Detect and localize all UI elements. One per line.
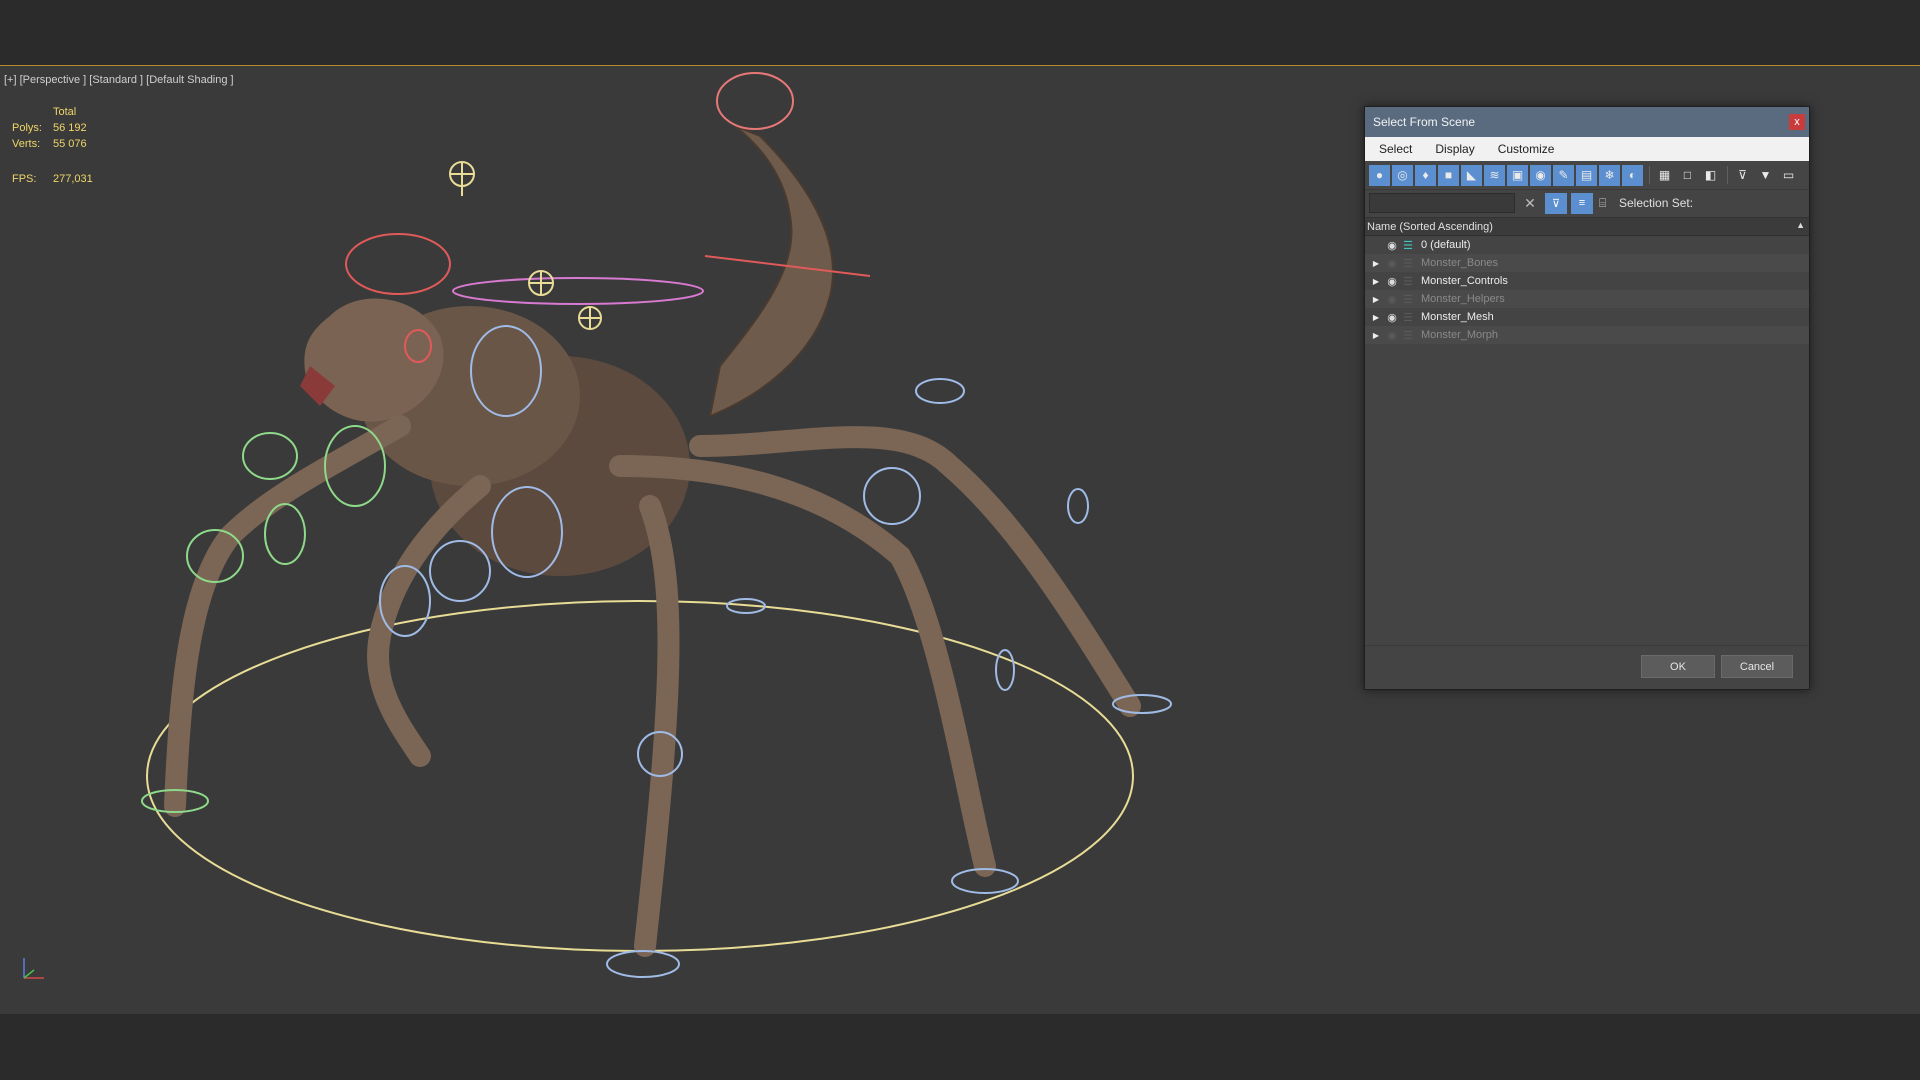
dialog-menu-bar: Select Display Customize — [1365, 137, 1809, 161]
selection-set-label[interactable]: Selection Set: — [1619, 196, 1693, 210]
active-layer-icon: ☰ — [1403, 239, 1413, 252]
selection-set-icon: ⌸ — [1599, 195, 1607, 210]
menu-select[interactable]: Select — [1365, 142, 1421, 156]
list-item[interactable]: ▶ ◉ ☰ Monster_Bones — [1365, 254, 1809, 272]
layer-name: Monster_Controls — [1421, 275, 1508, 287]
menu-display[interactable]: Display — [1421, 142, 1483, 156]
display-none-icon[interactable]: □ — [1677, 165, 1698, 186]
groups-filter-icon[interactable]: ▣ — [1507, 164, 1528, 186]
containers-filter-icon[interactable]: ▤ — [1576, 164, 1597, 186]
dialog-footer: OK Cancel — [1365, 645, 1809, 690]
display-all-icon[interactable]: ▦ — [1654, 165, 1675, 186]
stats-polys-value: 56 192 — [53, 122, 87, 134]
expand-arrow-icon[interactable]: ▶ — [1369, 277, 1383, 286]
monster-legs — [164, 415, 1141, 957]
geometry-filter-icon[interactable]: ● — [1369, 164, 1390, 186]
stats-total-label: Total — [53, 106, 77, 118]
bottom-toolbar-area — [0, 1014, 1920, 1080]
filter-toolbar: ● ◎ ♦ ■ ◣ ≋ ▣ ◉ ✎ ▤ ❄ ◐ ▦ □ ◧ ⊽ ▼ ▭ — [1365, 161, 1809, 190]
eye-icon[interactable]: ◉ — [1383, 239, 1401, 252]
layer-icon: ☰ — [1403, 311, 1413, 324]
eye-icon[interactable]: ◉ — [1383, 257, 1401, 270]
eye-icon[interactable]: ◉ — [1383, 311, 1401, 324]
search-row: ✕ ⊽ ≡ ⌸ Selection Set: — [1365, 190, 1809, 216]
space-warps-filter-icon[interactable]: ≋ — [1484, 164, 1505, 186]
lights-filter-icon[interactable]: ♦ — [1415, 164, 1436, 186]
expand-arrow-icon[interactable]: ▶ — [1369, 259, 1383, 268]
frozen-filter-icon[interactable]: ❄ — [1599, 164, 1620, 186]
toolbar-separator — [1727, 166, 1728, 184]
hidden-filter-icon[interactable]: ◐ — [1622, 164, 1643, 186]
stats-fps-label: FPS: — [12, 173, 37, 185]
expand-arrow-icon[interactable]: ▶ — [1369, 313, 1383, 322]
stats-fps-value: 277,031 — [53, 173, 93, 185]
filter-toggle-icon[interactable]: ⊽ — [1545, 192, 1567, 214]
column-header-label: Name (Sorted Ascending) — [1367, 220, 1493, 233]
select-from-scene-dialog: Select From Scene x Select Display Custo… — [1364, 106, 1810, 690]
search-input[interactable] — [1369, 193, 1515, 213]
shapes-filter-icon[interactable]: ◎ — [1392, 164, 1413, 186]
name-column-header[interactable]: Name (Sorted Ascending) ▲ — [1365, 218, 1809, 236]
layer-icon: ☰ — [1403, 329, 1413, 342]
cancel-button[interactable]: Cancel — [1721, 655, 1793, 678]
close-button[interactable]: x — [1789, 114, 1805, 130]
dialog-title-bar[interactable]: Select From Scene x — [1365, 107, 1809, 137]
list-item[interactable]: ▶ ◉ ☰ Monster_Helpers — [1365, 290, 1809, 308]
toolbar-separator — [1649, 166, 1650, 184]
sort-ascending-icon: ▲ — [1796, 220, 1805, 230]
invert-display-icon[interactable]: ◧ — [1700, 165, 1721, 186]
layer-name: Monster_Bones — [1421, 257, 1499, 269]
find-case-icon[interactable]: ⊽ — [1732, 165, 1753, 186]
viewport-statistics: Total Polys: 56 192 Verts: 55 076 FPS: 277,… — [12, 104, 93, 187]
stats-verts-label: Verts: — [12, 138, 41, 150]
clear-search-icon[interactable]: ✕ — [1519, 195, 1541, 212]
monster-tail — [708, 125, 834, 418]
ok-button[interactable]: OK — [1641, 655, 1715, 678]
helpers-filter-icon[interactable]: ◣ — [1461, 164, 1482, 186]
list-item[interactable]: ▶ ◉ ☰ Monster_Controls — [1365, 272, 1809, 290]
cameras-filter-icon[interactable]: ■ — [1438, 164, 1459, 186]
layer-icon: ☰ — [1403, 293, 1413, 306]
eye-icon[interactable]: ◉ — [1383, 329, 1401, 342]
eye-icon[interactable]: ◉ — [1383, 275, 1401, 288]
expand-arrow-icon[interactable]: ▶ — [1369, 295, 1383, 304]
layer-name: Monster_Mesh — [1421, 311, 1494, 323]
sync-selection-icon[interactable]: ▭ — [1778, 165, 1799, 186]
axis-tripod-icon — [23, 958, 44, 979]
layer-name: 0 (default) — [1421, 239, 1471, 251]
dialog-title: Select From Scene — [1373, 115, 1476, 129]
layer-name: Monster_Morph — [1421, 329, 1499, 341]
layer-icon: ☰ — [1403, 257, 1413, 270]
menu-customize[interactable]: Customize — [1484, 142, 1564, 156]
bones-filter-icon[interactable]: ✎ — [1553, 164, 1574, 186]
stats-polys-label: Polys: — [12, 122, 42, 134]
list-item[interactable]: ◉ ☰ 0 (default) — [1365, 236, 1809, 254]
list-item[interactable]: ▶ ◉ ☰ Monster_Mesh — [1365, 308, 1809, 326]
scene-explorer-list[interactable]: Name (Sorted Ascending) ▲ ◉ ☰ 0 (default… — [1365, 217, 1809, 642]
list-item[interactable]: ▶ ◉ ☰ Monster_Morph — [1365, 326, 1809, 344]
expand-arrow-icon[interactable]: ▶ — [1369, 331, 1383, 340]
xrefs-filter-icon[interactable]: ◉ — [1530, 164, 1551, 186]
eye-icon[interactable]: ◉ — [1383, 293, 1401, 306]
layer-toggle-icon[interactable]: ≡ — [1571, 192, 1593, 214]
top-toolbar-area — [0, 0, 1920, 65]
layer-icon: ☰ — [1403, 275, 1413, 288]
stats-verts-value: 55 076 — [53, 138, 87, 150]
viewport-label[interactable]: [+] [Perspective ] [Standard ] [Default … — [4, 74, 234, 86]
layer-name: Monster_Helpers — [1421, 293, 1505, 305]
filter-icon[interactable]: ▼ — [1755, 165, 1776, 186]
